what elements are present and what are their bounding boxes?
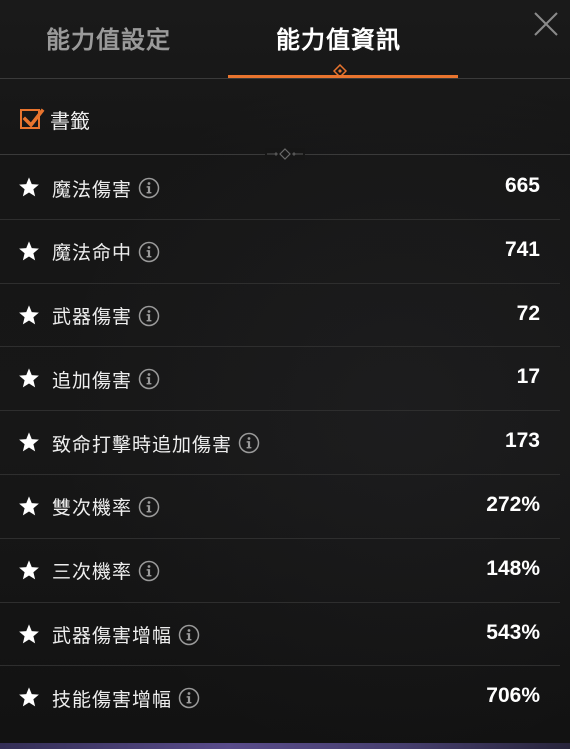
stat-label: 武器傷害 [52,306,133,329]
tab-stat-settings[interactable]: 能力值設定 [46,20,171,55]
stat-label: 雙次機率 [52,497,133,520]
info-icon[interactable] [178,624,200,646]
stat-row: 雙次機率 272% [0,475,560,539]
stat-label-group: 魔法傷害 [52,174,160,202]
info-icon[interactable] [238,432,260,454]
star-icon[interactable] [18,623,40,645]
stat-value: 272% [486,492,540,516]
stat-label: 魔法傷害 [52,178,133,201]
stat-row: 魔法命中 741 [0,220,560,284]
stat-value: 148% [486,556,540,580]
stat-value: 706% [486,684,540,708]
info-icon[interactable] [138,305,160,327]
stat-label-group: 追加傷害 [52,365,160,393]
stat-value: 72 [516,301,540,325]
bookmark-checkbox[interactable] [20,108,45,129]
info-icon[interactable] [138,368,160,390]
stat-value: 17 [516,365,540,389]
active-tab-marker-icon [333,64,347,78]
stat-label-group: 武器傷害增幅 [52,621,200,649]
bottom-glow [0,743,570,749]
stat-label-group: 武器傷害 [52,302,160,330]
star-icon[interactable] [18,367,40,389]
stat-label: 致命打擊時追加傷害 [52,433,233,456]
stat-label-group: 三次機率 [52,557,160,585]
star-icon[interactable] [18,495,40,517]
info-icon[interactable] [138,560,160,582]
stat-label: 技能傷害增幅 [52,688,173,711]
info-icon[interactable] [138,241,160,263]
stat-row: 技能傷害增幅 706% [0,666,560,730]
stat-row: 魔法傷害 665 [0,156,560,220]
stat-label: 魔法命中 [52,242,133,265]
stat-row: 武器傷害增幅 543% [0,603,560,667]
stat-label-group: 致命打擊時追加傷害 [52,429,260,457]
star-icon[interactable] [18,304,40,326]
stat-label-group: 雙次機率 [52,493,160,521]
tab-stat-info[interactable]: 能力值資訊 [276,20,401,55]
info-icon[interactable] [138,496,160,518]
stat-label-group: 技能傷害增幅 [52,684,200,712]
tab-bar: 能力值設定 能力值資訊 [0,0,570,79]
stat-value: 665 [504,174,540,197]
stats-panel: 能力值設定 能力值資訊 書籤 魔法傷害 665 魔法命中 741 武器傷害 72… [0,0,570,749]
close-icon[interactable] [532,10,560,38]
stat-label-group: 魔法命中 [52,238,160,266]
stat-row: 致命打擊時追加傷害 173 [0,411,560,475]
star-icon[interactable] [18,559,40,581]
stat-label: 追加傷害 [52,369,133,392]
info-icon[interactable] [138,177,160,199]
star-icon[interactable] [18,431,40,453]
checkmark-icon [22,108,45,128]
star-icon[interactable] [18,176,40,198]
bookmark-label: 書籤 [50,108,90,133]
stat-value: 173 [504,429,540,453]
info-icon[interactable] [178,687,200,709]
stat-list: 魔法傷害 665 魔法命中 741 武器傷害 72 追加傷害 17 致命打擊時追… [0,156,560,730]
stat-row: 追加傷害 17 [0,347,560,412]
bookmark-toggle[interactable]: 書籤 [20,104,90,134]
stat-value: 543% [486,620,540,644]
stat-label: 三次機率 [52,561,133,584]
star-icon[interactable] [18,686,40,708]
stat-row: 武器傷害 72 [0,284,560,348]
stat-label: 武器傷害增幅 [52,625,173,648]
stat-row: 三次機率 148% [0,539,560,603]
star-icon[interactable] [18,240,40,262]
stat-value: 741 [504,237,540,261]
